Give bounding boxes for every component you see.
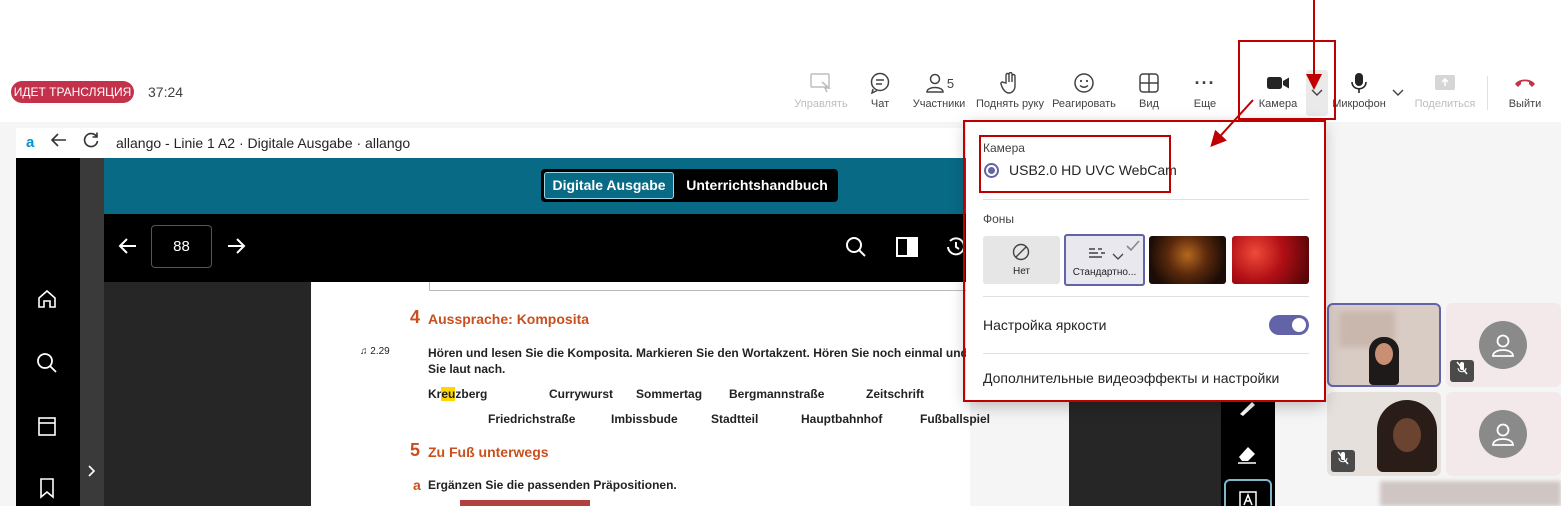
allango-logo: a xyxy=(26,134,35,151)
back-arrow-icon[interactable] xyxy=(50,132,68,153)
leave-label: Выйти xyxy=(1508,98,1542,110)
meeting-timer: 37:24 xyxy=(148,84,184,100)
word-kreuzberg[interactable]: Kreuzberg xyxy=(428,387,487,401)
person-avatar-icon xyxy=(1479,321,1527,369)
video-tile-participant[interactable] xyxy=(1327,303,1441,387)
raise-hand-label: Поднять руку xyxy=(976,98,1044,110)
word-part: zberg xyxy=(455,387,488,401)
book-search-icon[interactable] xyxy=(845,236,867,263)
word[interactable]: Friedrichstraße xyxy=(488,412,575,426)
subtask-label: a xyxy=(413,477,421,493)
chat-button[interactable]: Чат xyxy=(860,68,900,118)
sidebar-collapse-strip[interactable] xyxy=(80,158,104,506)
text-tool-button[interactable] xyxy=(1224,479,1272,506)
word[interactable]: Stadtteil xyxy=(711,412,758,426)
video-tile-participant[interactable] xyxy=(1327,392,1441,476)
section-title: Aussprache: Komposita xyxy=(428,311,590,327)
section-title: Zu Fuß unterwegs xyxy=(428,444,549,460)
raise-hand-button[interactable]: Поднять руку xyxy=(975,68,1045,118)
word-highlight: eu xyxy=(441,387,456,401)
hang-up-icon xyxy=(1504,68,1546,98)
control-button[interactable]: Управлять xyxy=(793,68,849,118)
microphone-icon xyxy=(1330,68,1388,98)
instruction-text: Hören und lesen Sie die Komposita. Marki… xyxy=(428,346,970,360)
view-button[interactable]: Вид xyxy=(1135,68,1163,118)
sidebar-search-icon[interactable] xyxy=(36,352,58,380)
chevron-right-icon[interactable] xyxy=(86,464,98,483)
chat-label: Чат xyxy=(870,98,890,110)
annotation-arrows xyxy=(1210,0,1322,147)
mic-button[interactable]: Микрофон xyxy=(1330,68,1388,118)
mic-off-icon xyxy=(1450,360,1474,382)
live-badge: ИДЕТ ТРАНСЛЯЦИЯ xyxy=(11,81,134,103)
word[interactable]: Sommertag xyxy=(636,387,702,401)
word[interactable]: Zeitschrift xyxy=(866,387,924,401)
grid-view-icon xyxy=(1135,68,1163,98)
text-tool-icon xyxy=(1239,491,1257,506)
participants-icon: 5 xyxy=(911,68,967,98)
person-avatar-icon xyxy=(1479,410,1527,458)
control-label: Управлять xyxy=(794,98,848,110)
mic-off-icon xyxy=(1331,450,1355,472)
eraser-icon[interactable] xyxy=(1237,444,1257,469)
word[interactable]: Fußballspiel xyxy=(920,412,990,426)
annotation-box-camera-device xyxy=(979,135,1171,193)
book-icon[interactable] xyxy=(36,415,58,443)
video-tile-avatar[interactable] xyxy=(1446,392,1561,476)
double-page-icon[interactable] xyxy=(896,237,918,262)
word[interactable]: Hauptbahnhof xyxy=(801,412,882,426)
share-button[interactable]: Поделиться xyxy=(1414,68,1476,118)
book-sidebar xyxy=(16,158,80,506)
word-part: Kr xyxy=(428,387,442,401)
audio-track-label[interactable]: ♫ 2.29 xyxy=(360,346,390,357)
toolbar-divider xyxy=(1487,76,1488,110)
leave-button[interactable]: Выйти xyxy=(1504,68,1546,118)
word[interactable]: Bergmannstraße xyxy=(729,387,824,401)
page-number-input[interactable]: 88 xyxy=(151,225,212,268)
section-number: 5 xyxy=(410,440,421,460)
next-page-icon[interactable] xyxy=(226,235,246,261)
participants-button[interactable]: 5 Участники xyxy=(911,68,967,118)
page-margin-left xyxy=(104,282,311,506)
screen-control-icon xyxy=(793,68,849,98)
tab-teacher-handbook[interactable]: Unterrichtshandbuch xyxy=(678,172,836,199)
page-margin-right xyxy=(1069,402,1221,506)
instruction-text: Sie laut nach. xyxy=(428,362,506,376)
smiley-icon xyxy=(1052,68,1116,98)
book-image xyxy=(460,500,590,506)
participants-label: Участники xyxy=(912,98,966,110)
pen-icon[interactable] xyxy=(1238,402,1256,421)
video-tile-participant[interactable] xyxy=(1380,481,1561,506)
mic-options-chevron-icon[interactable] xyxy=(1391,84,1405,102)
person-face xyxy=(1393,418,1421,452)
section-number: 4 xyxy=(410,307,421,327)
bookmark-icon[interactable] xyxy=(36,477,58,505)
home-icon[interactable] xyxy=(36,289,58,315)
participants-count: 5 xyxy=(946,75,955,91)
react-button[interactable]: Реагировать xyxy=(1052,68,1116,118)
answer-box xyxy=(429,282,970,291)
book-header xyxy=(104,158,970,214)
react-label: Реагировать xyxy=(1052,98,1116,110)
browser-title: allango - Linie 1 A2 · Digitale Ausgabe … xyxy=(116,135,411,151)
tab-digital-edition[interactable]: Digitale Ausgabe xyxy=(544,172,674,199)
prev-page-icon[interactable] xyxy=(118,235,138,261)
arrow-diagonal xyxy=(1210,99,1254,147)
share-screen-icon xyxy=(1414,68,1476,98)
view-label: Вид xyxy=(1139,98,1159,110)
word[interactable]: Currywurst xyxy=(549,387,613,401)
chat-icon xyxy=(860,68,900,98)
person-face xyxy=(1375,343,1393,365)
video-tile-avatar[interactable] xyxy=(1446,303,1561,387)
hand-icon xyxy=(975,68,1045,98)
share-label: Поделиться xyxy=(1414,98,1476,110)
reload-icon[interactable] xyxy=(82,131,100,154)
instruction-text: Ergänzen Sie die passenden Präpositionen… xyxy=(428,478,677,492)
mic-label: Микрофон xyxy=(1332,98,1386,110)
word[interactable]: Imbissbude xyxy=(611,412,678,426)
